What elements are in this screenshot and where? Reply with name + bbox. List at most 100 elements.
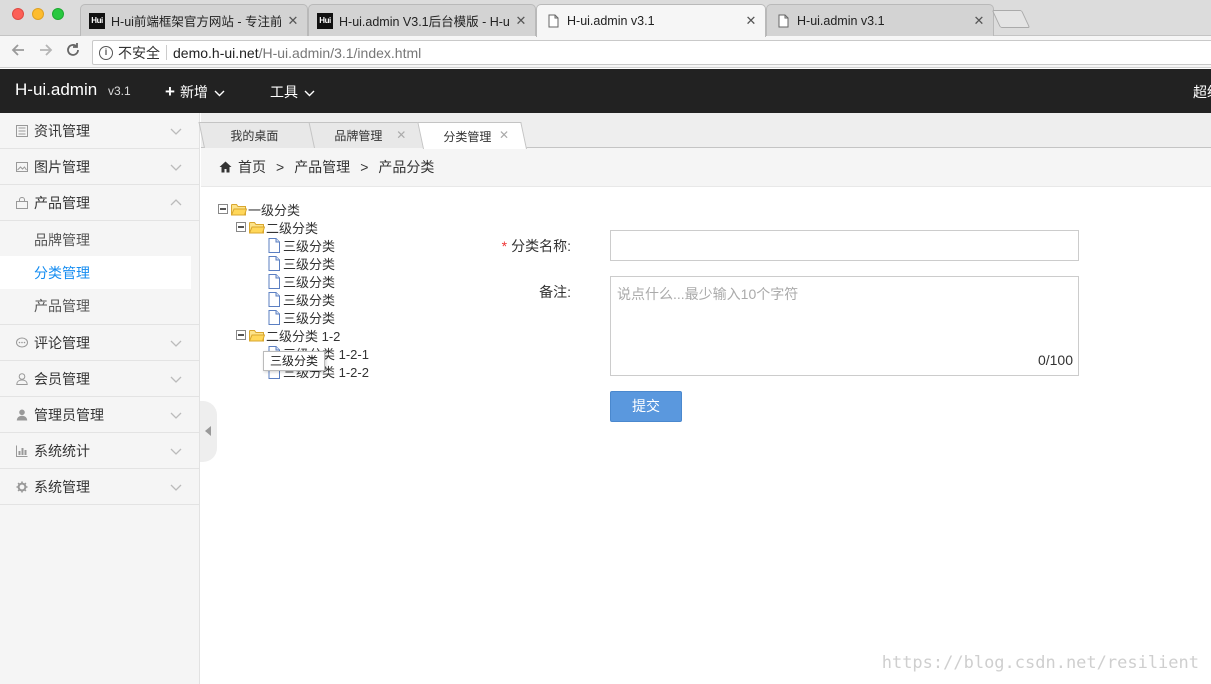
- sidebar-item-comments[interactable]: 评论管理: [0, 325, 199, 361]
- header-menu-add[interactable]: + 新增: [165, 82, 225, 102]
- window-close-button[interactable]: [12, 8, 24, 20]
- tab-label: 品牌管理: [334, 129, 383, 143]
- close-icon[interactable]: ✕: [499, 128, 509, 142]
- tree-node[interactable]: 三级分类: [267, 254, 335, 272]
- app-logo[interactable]: H-ui.admin: [15, 80, 97, 100]
- header-menu-tools[interactable]: 工具: [270, 82, 315, 102]
- close-icon[interactable]: ✕: [287, 13, 299, 29]
- tree-node[interactable]: 二级分类: [236, 218, 318, 236]
- breadcrumb-item: 产品管理: [294, 159, 351, 175]
- sidebar-item-members[interactable]: 会员管理: [0, 361, 199, 397]
- forward-arrow-icon[interactable]: [36, 42, 56, 62]
- new-tab-button[interactable]: [991, 10, 1031, 28]
- chevron-down-icon: [170, 484, 182, 491]
- close-icon[interactable]: ✕: [396, 128, 406, 142]
- app-version: v3.1: [108, 84, 131, 98]
- browser-tab-title: H-ui.admin v3.1: [567, 14, 655, 28]
- url-host: demo.h-ui.net: [173, 44, 259, 61]
- divider: [166, 45, 167, 60]
- browser-tab-title: H-ui前端框架官方网站 - 专注前端: [111, 15, 281, 29]
- hui-favicon-icon: Hui: [89, 12, 105, 29]
- chevron-down-icon: [304, 84, 315, 100]
- sidebar-item-label: 评论管理: [34, 334, 90, 351]
- remark-textarea[interactable]: 说点什么...最少输入10个字符 0/100: [610, 276, 1079, 376]
- sidebar: 资讯管理 图片管理 产品管理 品牌管理 分类管理 产品管理 评论管理 会员管理: [0, 113, 200, 684]
- sidebar-item-admins[interactable]: 管理员管理: [0, 397, 199, 433]
- folder-open-icon: [249, 329, 265, 342]
- folder-open-icon: [249, 221, 265, 234]
- tree-node-label: 一级分类: [248, 202, 301, 218]
- breadcrumb: 首页 > 产品管理 > 产品分类: [201, 148, 1211, 187]
- tree-node-label: 三级分类: [283, 310, 336, 326]
- url-input[interactable]: i 不安全 demo.h-ui.net/H-ui.admin/3.1/index…: [92, 40, 1211, 65]
- sidebar-subitem-category[interactable]: 分类管理: [0, 256, 191, 289]
- page-icon: [775, 13, 791, 29]
- info-icon[interactable]: i: [99, 45, 113, 60]
- window-minimize-button[interactable]: [32, 8, 44, 20]
- caret-left-icon: [205, 426, 211, 436]
- sidebar-item-news[interactable]: 资讯管理: [0, 113, 199, 149]
- sidebar-subitem-product[interactable]: 产品管理: [0, 289, 199, 322]
- sidebar-subitem-brand[interactable]: 品牌管理: [0, 223, 199, 256]
- required-marker: *: [501, 238, 508, 254]
- tree-node[interactable]: 三级分类: [267, 272, 335, 290]
- back-arrow-icon[interactable]: [8, 42, 28, 62]
- sidebar-item-label: 会员管理: [34, 370, 90, 387]
- sidebar-item-stats[interactable]: 系统统计: [0, 433, 199, 469]
- file-icon: [267, 309, 282, 325]
- tree-node[interactable]: 三级分类: [267, 236, 335, 254]
- tree-node[interactable]: 一级分类: [218, 200, 300, 218]
- watermark: https://blog.csdn.net/resilient: [881, 653, 1199, 673]
- home-icon: [219, 161, 232, 173]
- browser-tab-4[interactable]: H-ui.admin v3.1 ✕: [766, 4, 994, 36]
- category-name-input[interactable]: [610, 230, 1079, 261]
- sidebar-item-label: 系统统计: [34, 442, 90, 459]
- window-maximize-button[interactable]: [52, 8, 64, 20]
- tab-brand[interactable]: 品牌管理 ✕: [308, 122, 424, 148]
- collapse-icon[interactable]: [236, 330, 246, 340]
- tab-desktop[interactable]: 我的桌面: [198, 122, 316, 148]
- tab-label: 我的桌面: [230, 129, 279, 143]
- chevron-down-icon: [214, 84, 225, 100]
- remark-placeholder: 说点什么...最少输入10个字符: [617, 286, 799, 302]
- chevron-down-icon: [170, 376, 182, 383]
- stats-icon: [16, 445, 28, 457]
- header-menu-label: 工具: [270, 84, 298, 100]
- browser-tab-1[interactable]: Hui H-ui前端框架官方网站 - 专注前端 ✕: [80, 4, 308, 36]
- user-menu[interactable]: 超级: [1193, 82, 1211, 102]
- tree-node[interactable]: 二级分类 1-2: [236, 326, 340, 344]
- sidebar-collapse-handle[interactable]: [200, 401, 217, 462]
- tree-node[interactable]: 三级分类: [267, 308, 335, 326]
- close-icon[interactable]: ✕: [973, 13, 985, 29]
- chevron-down-icon: [170, 340, 182, 347]
- sidebar-item-system[interactable]: 系统管理: [0, 469, 199, 505]
- close-icon[interactable]: ✕: [745, 13, 757, 29]
- browser-tab-3[interactable]: H-ui.admin v3.1 ✕: [536, 4, 766, 37]
- chevron-up-icon: [170, 199, 182, 206]
- chevron-down-icon: [170, 412, 182, 419]
- member-icon: [16, 372, 28, 385]
- tree-node[interactable]: 三级分类: [267, 290, 335, 308]
- browser-tab-title: H-ui.admin V3.1后台模版 - H-ui: [339, 15, 509, 29]
- collapse-icon[interactable]: [218, 204, 228, 214]
- page-icon: [545, 13, 561, 29]
- sidebar-item-images[interactable]: 图片管理: [0, 149, 199, 185]
- sidebar-item-label: 图片管理: [34, 158, 90, 175]
- tree-node-label: 二级分类 1-2: [266, 328, 341, 344]
- comment-icon: [16, 337, 28, 349]
- label-text: 分类名称:: [511, 238, 571, 254]
- gear-icon: [16, 481, 28, 493]
- browser-tab-2[interactable]: Hui H-ui.admin V3.1后台模版 - H-ui ✕: [308, 4, 536, 36]
- submit-button[interactable]: 提交: [610, 391, 682, 422]
- file-icon: [267, 237, 282, 253]
- close-icon[interactable]: ✕: [515, 13, 527, 29]
- reload-icon[interactable]: [63, 42, 83, 62]
- security-label: 不安全: [118, 44, 160, 61]
- sidebar-item-label: 产品管理: [34, 194, 90, 211]
- chevron-down-icon: [170, 448, 182, 455]
- sidebar-item-products[interactable]: 产品管理: [0, 185, 199, 221]
- tab-category[interactable]: 分类管理 ✕: [417, 122, 527, 149]
- collapse-icon[interactable]: [236, 222, 246, 232]
- breadcrumb-home[interactable]: 首页: [238, 157, 266, 177]
- news-icon: [16, 124, 28, 137]
